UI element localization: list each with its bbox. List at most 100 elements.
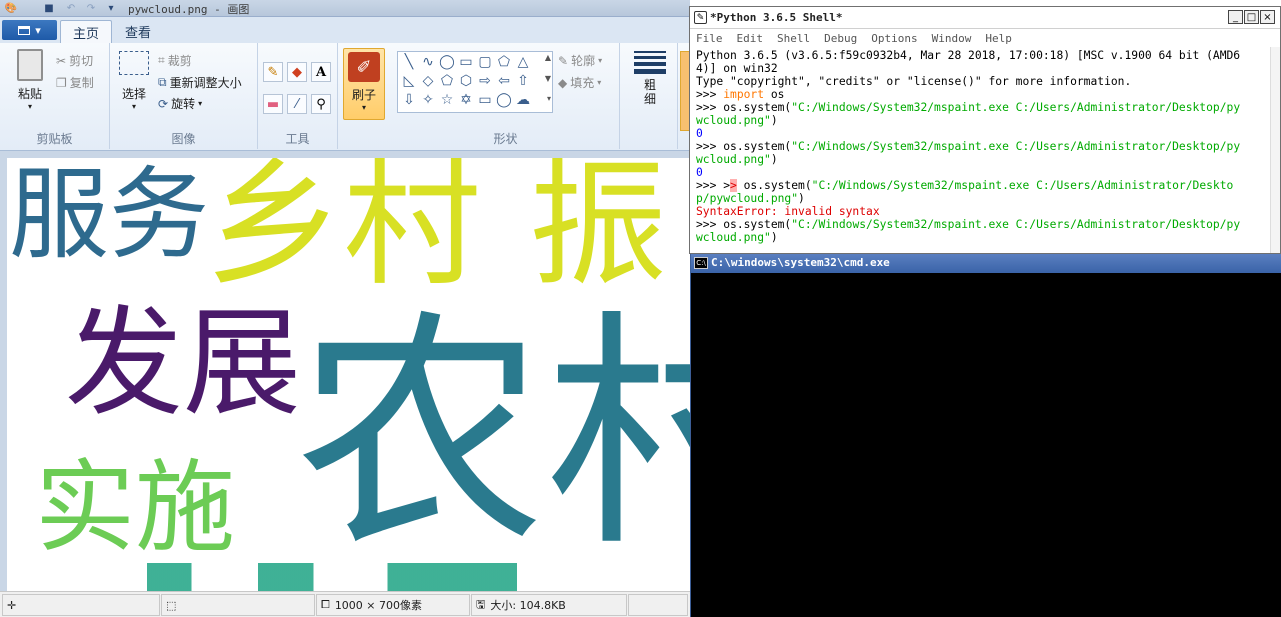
crop-icon: ⌗: [158, 53, 165, 67]
triangle-shape-icon[interactable]: △: [514, 53, 532, 71]
callout-oval-shape-icon[interactable]: ◯: [495, 91, 513, 109]
image-canvas[interactable]: 服务 乡村 振 发展 农村 实施: [7, 158, 690, 591]
menu-help[interactable]: Help: [985, 32, 1012, 45]
line-thickness-icon: [634, 51, 666, 74]
word-zhen: 振: [529, 158, 668, 305]
rounded-rectangle-shape-icon[interactable]: ▢: [476, 53, 494, 71]
disk-icon: 🖫: [476, 597, 486, 611]
size-button[interactable]: 粗 细: [630, 51, 670, 106]
curve-shape-icon[interactable]: ∿: [419, 53, 437, 71]
fill-label: 填充: [570, 76, 595, 90]
rotate-button[interactable]: ⟳ 旋转 ▾: [158, 95, 202, 112]
shell-line: 0: [696, 127, 703, 140]
chevron-down-icon: ▾: [35, 23, 41, 37]
right-arrow-shape-icon[interactable]: ⇨: [476, 72, 494, 90]
brushes-button[interactable]: ✐ 刷子 ▾: [343, 48, 385, 120]
cursor-position-cell: ✛: [2, 594, 160, 616]
fill-icon: ◆: [558, 75, 568, 90]
menu-debug[interactable]: Debug: [824, 32, 857, 45]
shapes-scroll-up-icon[interactable]: ▲: [545, 53, 551, 62]
shell-line: >>> os.system("C:/Windows/System32/mspai…: [696, 140, 1241, 153]
close-icon[interactable]: ×: [1260, 10, 1275, 24]
copy-button[interactable]: ❐ 复制: [56, 74, 94, 91]
left-arrow-shape-icon[interactable]: ⇦: [495, 72, 513, 90]
callout-cloud-shape-icon[interactable]: ☁: [514, 91, 532, 109]
python-shell-scrollbar[interactable]: [1270, 47, 1280, 253]
clipboard-group: 粘贴 ▾ ✂ 剪切 ❐ 复制 剪贴板: [0, 43, 110, 149]
eraser-icon[interactable]: ▬: [263, 94, 283, 114]
resize-button[interactable]: ⧉ 重新调整大小: [158, 74, 242, 91]
callout-rectangle-shape-icon[interactable]: ▭: [476, 91, 494, 109]
chevron-down-icon: ▾: [361, 103, 366, 112]
menu-options[interactable]: Options: [871, 32, 917, 45]
shapes-group-label: 形状: [493, 132, 518, 146]
chevron-down-icon: ▾: [597, 78, 602, 87]
chevron-down-icon: ▾: [198, 99, 203, 108]
paint-window: 🎨 ■ ↶ ↷ ▾ pywcloud.png - 画图 ▾ 主页 查看 粘贴 ▾: [0, 0, 690, 617]
down-arrow-shape-icon[interactable]: ⇩: [400, 91, 418, 109]
menu-shell[interactable]: Shell: [777, 32, 810, 45]
menu-window[interactable]: Window: [932, 32, 972, 45]
text-tool-icon[interactable]: A: [311, 62, 331, 82]
file-menu-button[interactable]: ▾: [2, 20, 57, 40]
word-fazhan: 发展: [65, 294, 302, 432]
crop-button[interactable]: ⌗ 裁剪: [158, 52, 192, 69]
ribbon-tabs: ▾ 主页 查看: [0, 17, 690, 43]
menu-file[interactable]: File: [696, 32, 723, 45]
diamond-shape-icon[interactable]: ◇: [419, 72, 437, 90]
pencil-icon[interactable]: ✎: [263, 62, 283, 82]
shapes-scroll-down-icon[interactable]: ▼: [545, 74, 551, 83]
outline-button[interactable]: ✎ 轮廓 ▾: [558, 52, 602, 69]
shell-line: >>> >> os.system("C:/Windows/System32/ms…: [696, 179, 1234, 192]
redo-icon[interactable]: ↷: [84, 1, 98, 15]
python-shell-title: *Python 3.6.5 Shell*: [710, 11, 843, 24]
word-fuwu: 服务: [9, 158, 209, 273]
undo-icon[interactable]: ↶: [64, 1, 78, 15]
python-shell-text-area[interactable]: Python 3.6.5 (v3.6.5:f59c0932b4, Mar 28 …: [696, 49, 1266, 244]
minimize-icon[interactable]: _: [1228, 10, 1243, 24]
cut-button[interactable]: ✂ 剪切: [56, 52, 93, 69]
fill-bucket-icon[interactable]: ◆: [287, 62, 307, 82]
quick-access-dropdown-icon[interactable]: ▾: [104, 1, 118, 15]
cmd-titlebar: C:\ C:\windows\system32\cmd.exe: [691, 254, 1281, 273]
line-shape-icon[interactable]: ╲: [400, 53, 418, 71]
polygon-shape-icon[interactable]: ⬠: [495, 53, 513, 71]
chevron-down-icon: ▾: [598, 56, 603, 65]
select-label: 选择: [121, 87, 146, 101]
chevron-down-icon: ▾: [27, 102, 32, 111]
shapes-expand-icon[interactable]: ▾: [547, 94, 551, 103]
rectangle-shape-icon[interactable]: ▭: [457, 53, 475, 71]
tab-view[interactable]: 查看: [113, 20, 163, 43]
right-triangle-shape-icon[interactable]: ◺: [400, 72, 418, 90]
rotate-icon: ⟳: [158, 96, 169, 111]
oval-shape-icon[interactable]: ◯: [438, 53, 456, 71]
color-picker-icon[interactable]: ⁄: [287, 94, 307, 114]
paste-button[interactable]: 粘贴 ▾: [10, 49, 50, 111]
magnifier-icon[interactable]: ⚲: [311, 94, 331, 114]
copy-icon: ❐: [56, 75, 67, 90]
menu-edit[interactable]: Edit: [737, 32, 764, 45]
fill-button[interactable]: ◆ 填充 ▾: [558, 74, 601, 91]
tab-home[interactable]: 主页: [60, 20, 113, 43]
select-button[interactable]: 选择 ▾: [116, 51, 152, 111]
shell-line: >>> os.system("C:/Windows/System32/mspai…: [696, 101, 1241, 114]
python-shell-window: ✎ *Python 3.6.5 Shell* _ □ × File Edit S…: [689, 6, 1281, 254]
shell-line: p/pywcloud.png"): [696, 192, 805, 205]
rotate-label: 旋转: [171, 97, 196, 111]
save-icon[interactable]: ■: [42, 1, 56, 15]
five-point-star-shape-icon[interactable]: ☆: [438, 91, 456, 109]
maximize-icon[interactable]: □: [1244, 10, 1259, 24]
four-point-star-shape-icon[interactable]: ✧: [419, 91, 437, 109]
shell-line: Type "copyright", "credits" or "license(…: [696, 75, 1132, 88]
cmd-icon[interactable]: C:\: [694, 257, 708, 269]
paint-app-icon[interactable]: 🎨: [4, 1, 18, 15]
pentagon-shape-icon[interactable]: ⬠: [438, 72, 456, 90]
cmd-console-area[interactable]: [691, 273, 1281, 617]
six-point-star-shape-icon[interactable]: ✡: [457, 91, 475, 109]
hexagon-shape-icon[interactable]: ⬡: [457, 72, 475, 90]
word-shishi: 实施: [35, 449, 235, 566]
python-shell-icon[interactable]: ✎: [694, 11, 707, 24]
up-arrow-shape-icon[interactable]: ⇧: [514, 72, 532, 90]
resize-label: 重新调整大小: [169, 76, 242, 90]
shell-line: 0: [696, 166, 703, 179]
